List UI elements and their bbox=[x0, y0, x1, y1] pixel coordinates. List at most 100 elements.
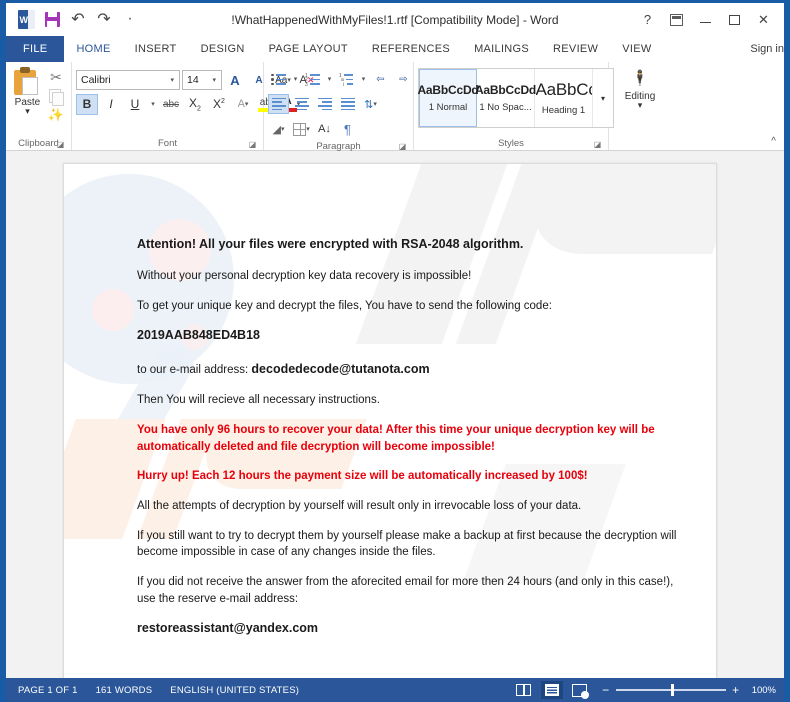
customize-quick-access-icon[interactable]: · bbox=[118, 8, 142, 32]
grow-font-icon[interactable]: A bbox=[224, 70, 246, 91]
paste-dropdown-arrow[interactable]: ▾ bbox=[25, 107, 30, 116]
print-layout-icon bbox=[544, 684, 559, 696]
tab-design[interactable]: DESIGN bbox=[189, 36, 257, 62]
tab-review[interactable]: REVIEW bbox=[541, 36, 610, 62]
underline-dropdown-icon[interactable]: ▾ bbox=[148, 94, 158, 115]
align-left-button[interactable] bbox=[268, 94, 289, 114]
zoom-out-button[interactable]: − bbox=[601, 683, 611, 697]
ribbon-display-options-icon[interactable] bbox=[662, 7, 691, 33]
style-normal-label: 1 Normal bbox=[428, 102, 468, 113]
font-name-chevron-down-icon[interactable]: ▾ bbox=[167, 76, 177, 84]
sort-icon[interactable]: A↓ bbox=[314, 119, 335, 139]
word-window: W ↶ ↷ · !WhatHappenedWithMyFiles!1.rtf [… bbox=[0, 0, 790, 702]
bullets-icon[interactable] bbox=[268, 69, 289, 89]
web-layout-button[interactable] bbox=[569, 681, 591, 699]
ransom-line-2: To get your unique key and decrypt the f… bbox=[137, 299, 552, 312]
align-right-button[interactable] bbox=[314, 94, 335, 114]
copy-icon[interactable] bbox=[48, 89, 64, 106]
multilevel-list-icon[interactable]: 1 a i bbox=[336, 69, 357, 89]
strikethrough-button[interactable]: abc bbox=[160, 94, 182, 115]
minimize-icon[interactable] bbox=[691, 7, 720, 33]
subscript-button[interactable]: X2 bbox=[184, 94, 206, 115]
tab-home[interactable]: HOME bbox=[64, 36, 123, 62]
read-mode-button[interactable] bbox=[513, 681, 535, 699]
language-indicator[interactable]: ENGLISH (UNITED STATES) bbox=[170, 685, 299, 696]
style-heading-1-label: Heading 1 bbox=[541, 105, 586, 116]
style-normal-preview: AaBbCcDd bbox=[417, 83, 479, 97]
paste-button[interactable]: Paste ▾ bbox=[10, 65, 45, 116]
font-size-value: 14 bbox=[187, 74, 199, 86]
close-icon[interactable]: ✕ bbox=[749, 7, 778, 33]
font-size-chevron-down-icon[interactable]: ▾ bbox=[209, 76, 219, 84]
shading-icon[interactable]: ◢ ▾ bbox=[268, 119, 289, 139]
ransom-heading: Attention! All your files were encrypted… bbox=[137, 237, 524, 251]
clipboard-dialog-launcher-icon[interactable]: ◪ bbox=[56, 140, 65, 149]
cut-icon[interactable]: ✂ bbox=[50, 69, 62, 86]
text-effects-icon[interactable]: A ▾ bbox=[232, 94, 254, 115]
tab-mailings[interactable]: MAILINGS bbox=[462, 36, 541, 62]
victim-id-code: 2019AAB848ED4B18 bbox=[137, 328, 260, 343]
ribbon-tabs: FILE HOME INSERT DESIGN PAGE LAYOUT REFE… bbox=[6, 36, 784, 62]
paste-icon bbox=[14, 67, 40, 96]
title-bar: W ↶ ↷ · !WhatHappenedWithMyFiles!1.rtf [… bbox=[6, 3, 784, 36]
ransom-line-4: All the attempts of decryption by yourse… bbox=[137, 500, 582, 513]
format-painter-icon[interactable]: ✨ bbox=[48, 107, 64, 123]
collapse-ribbon-icon[interactable]: ^ bbox=[771, 136, 776, 147]
style-no-spacing[interactable]: AaBbCcDd 1 No Spac... bbox=[475, 69, 536, 127]
zoom-level[interactable]: 100% bbox=[752, 685, 776, 696]
tab-references[interactable]: REFERENCES bbox=[360, 36, 462, 62]
show-formatting-marks-icon[interactable]: ¶ bbox=[337, 119, 358, 139]
font-size-combo[interactable]: 14 ▾ bbox=[182, 70, 222, 90]
maximize-icon[interactable] bbox=[720, 7, 749, 33]
line-spacing-icon[interactable]: ⇅ ▾ bbox=[360, 94, 381, 114]
zoom-slider-thumb[interactable] bbox=[670, 684, 674, 697]
redo-icon[interactable]: ↷ bbox=[92, 8, 116, 32]
sign-in-link[interactable]: Sign in bbox=[750, 36, 784, 62]
page-indicator[interactable]: PAGE 1 OF 1 bbox=[18, 685, 78, 696]
borders-icon[interactable]: ▾ bbox=[291, 119, 312, 139]
font-label-text: Font bbox=[157, 137, 177, 149]
text-effects-glyph: A bbox=[237, 98, 245, 110]
bullets-dropdown-icon[interactable]: ▾ bbox=[291, 69, 300, 89]
bold-button[interactable]: B bbox=[76, 93, 98, 115]
styles-label-text: Styles bbox=[498, 137, 524, 149]
increase-indent-icon[interactable]: ⇨ bbox=[393, 69, 414, 89]
editing-dropdown-arrow[interactable]: ▾ bbox=[638, 101, 643, 110]
zoom-in-button[interactable]: + bbox=[731, 683, 741, 697]
tab-insert[interactable]: INSERT bbox=[123, 36, 189, 62]
ransom-line-6: If you did not receive the answer from t… bbox=[137, 576, 674, 605]
document-area: Attention! All your files were encrypted… bbox=[6, 151, 784, 678]
styles-dialog-launcher-icon[interactable]: ◪ bbox=[593, 140, 602, 149]
editing-button[interactable]: 🕴 Editing ▾ bbox=[618, 65, 662, 110]
superscript-button[interactable]: X2 bbox=[208, 94, 230, 115]
justify-button[interactable] bbox=[337, 94, 358, 114]
style-heading-1[interactable]: AaBbCc Heading 1 bbox=[535, 69, 593, 127]
numbering-dropdown-icon[interactable]: ▾ bbox=[325, 69, 334, 89]
font-dialog-launcher-icon[interactable]: ◪ bbox=[248, 140, 257, 149]
style-normal[interactable]: AaBbCcDd 1 Normal bbox=[417, 69, 479, 127]
word-count[interactable]: 161 WORDS bbox=[96, 685, 153, 696]
undo-icon[interactable]: ↶ bbox=[66, 8, 90, 32]
multilevel-list-dropdown-icon[interactable]: ▾ bbox=[359, 69, 368, 89]
save-icon[interactable] bbox=[40, 8, 64, 32]
strikethrough-glyph: abc bbox=[162, 98, 180, 110]
italic-button[interactable]: I bbox=[100, 94, 122, 115]
tab-page-layout[interactable]: PAGE LAYOUT bbox=[257, 36, 360, 62]
ribbon-group-editing: 🕴 Editing ▾ bbox=[609, 62, 671, 150]
document-text[interactable]: Attention! All your files were encrypted… bbox=[64, 164, 716, 638]
align-center-button[interactable] bbox=[291, 94, 312, 114]
document-page[interactable]: Attention! All your files were encrypted… bbox=[63, 163, 717, 678]
numbering-icon[interactable]: 1 2 3 bbox=[302, 69, 323, 89]
pilcrow-glyph: ¶ bbox=[344, 121, 351, 137]
zoom-slider[interactable] bbox=[615, 684, 726, 697]
read-mode-icon bbox=[516, 684, 532, 696]
underline-button[interactable]: U bbox=[124, 94, 146, 115]
paragraph-dialog-launcher-icon[interactable]: ◪ bbox=[398, 142, 407, 151]
tab-view[interactable]: VIEW bbox=[610, 36, 663, 62]
print-layout-button[interactable] bbox=[540, 681, 563, 699]
decrease-indent-icon[interactable]: ⇦ bbox=[370, 69, 391, 89]
tab-file[interactable]: FILE bbox=[6, 36, 65, 62]
font-name-combo[interactable]: Calibri ▾ bbox=[76, 70, 180, 90]
help-icon[interactable]: ? bbox=[633, 7, 662, 33]
deadline-warning: You have only 96 hours to recover your d… bbox=[137, 424, 655, 453]
